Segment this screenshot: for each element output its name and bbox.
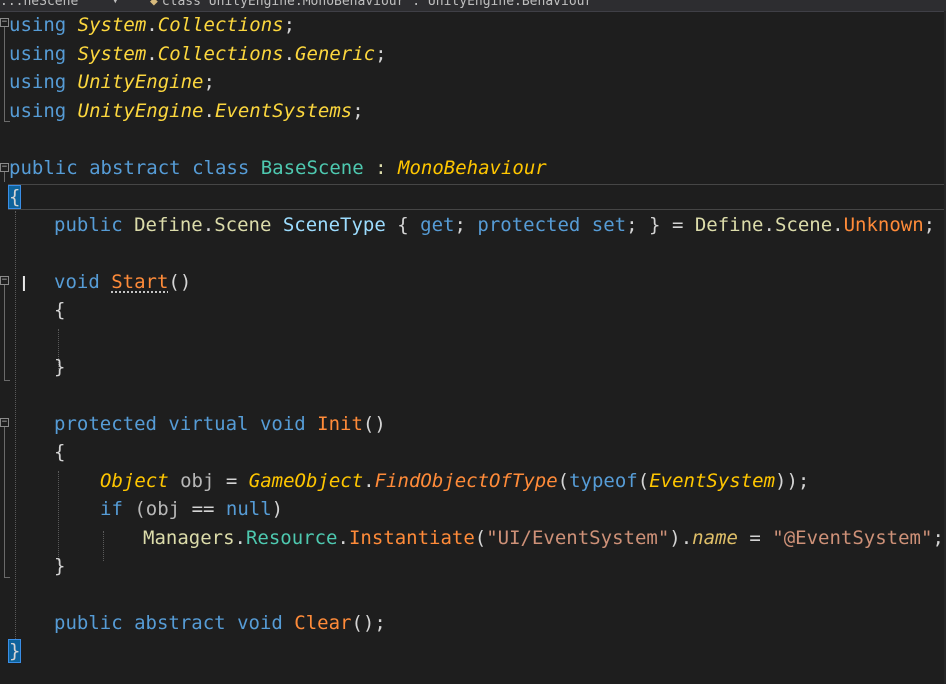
code-line-16: { — [54, 441, 66, 463]
code-line-11: { — [54, 299, 66, 321]
code-line-2: using System.Collections.Generic; — [9, 43, 387, 65]
class-icon: ◆ — [150, 0, 158, 9]
code-line-6: public abstract class BaseScene : MonoBe… — [9, 157, 547, 179]
chevron-down-icon[interactable]: ▾ — [112, 0, 119, 7]
text-cursor-icon: I — [21, 272, 27, 296]
code-line-7: { — [0, 183, 946, 211]
code-line-20: } — [54, 555, 66, 577]
code-line-22: public abstract void Clear(); — [54, 612, 386, 634]
code-editor[interactable]: − − − − using System.Collections; using … — [0, 11, 946, 684]
code-line-15: protected virtual void Init() — [54, 413, 386, 435]
code-line-13: } — [54, 356, 66, 378]
member-label: class UnityEngine.MonoBehaviour : UnityE… — [161, 0, 593, 9]
code-line-17: Object obj = GameObject.FindObjectOfType… — [100, 470, 810, 492]
code-line-3: using UnityEngine; — [9, 71, 215, 93]
code-line-1: using System.Collections; — [9, 14, 296, 36]
project-dropdown[interactable]: ...neScene — [0, 0, 92, 9]
code-line-23: } — [0, 637, 946, 665]
code-line-10: void Start() — [54, 271, 192, 293]
code-line-19: Managers.Resource.Instantiate("UI/EventS… — [143, 527, 944, 549]
code-line-8: public Define.Scene SceneType { get; pro… — [54, 214, 936, 236]
matched-brace: { — [7, 185, 22, 209]
code-line-4: using UnityEngine.EventSystems; — [9, 100, 364, 122]
code-line-18: if (obj == null) — [100, 498, 284, 520]
matched-closing-brace: } — [7, 639, 22, 663]
member-dropdown[interactable]: ◆ class UnityEngine.MonoBehaviour : Unity… — [150, 0, 592, 9]
